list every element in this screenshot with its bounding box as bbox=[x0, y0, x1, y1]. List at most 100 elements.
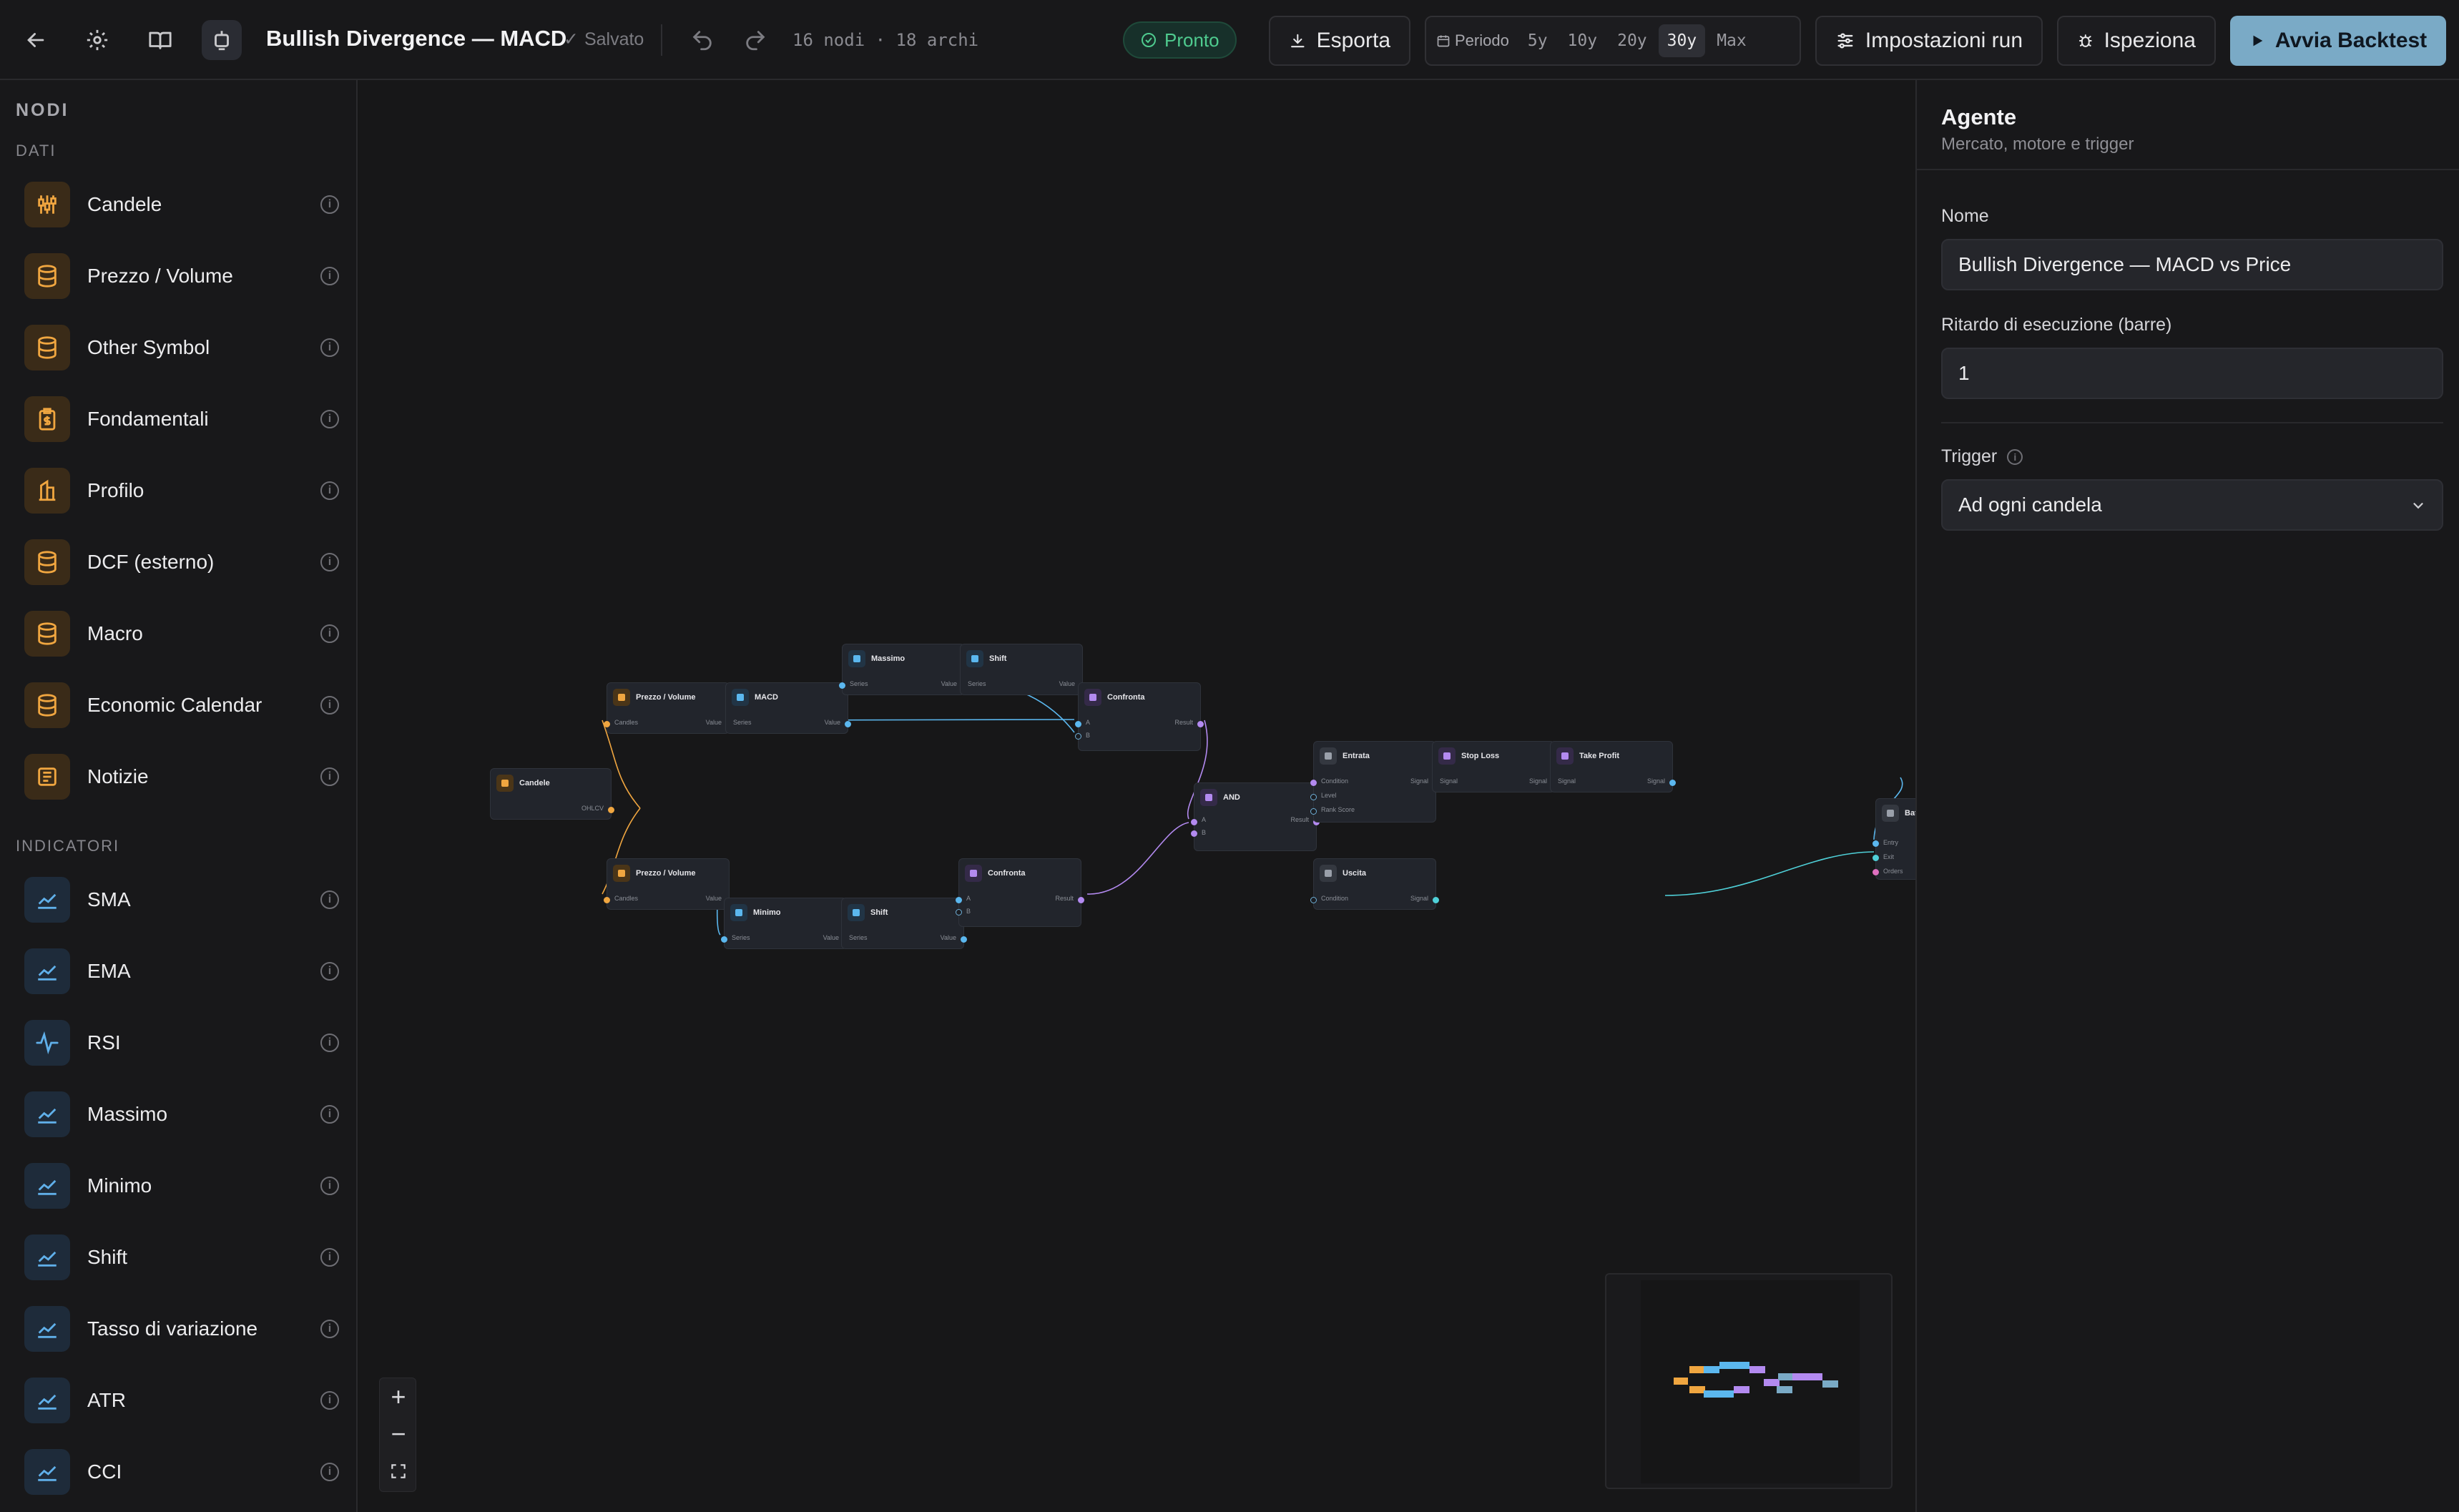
zoom-in-button[interactable]: + bbox=[380, 1378, 417, 1415]
run-backtest-button[interactable]: Avvia Backtest bbox=[2230, 16, 2446, 66]
back-arrow-icon[interactable] bbox=[16, 20, 56, 60]
node-candele[interactable]: Candele OHLCV bbox=[490, 768, 614, 820]
node-shift-bottom[interactable]: Shift Series Value bbox=[841, 898, 967, 949]
input-port[interactable] bbox=[1310, 794, 1317, 800]
input-port[interactable] bbox=[1310, 897, 1317, 903]
period-5y[interactable]: 5y bbox=[1519, 24, 1556, 57]
info-icon[interactable]: i bbox=[320, 767, 339, 786]
input-port[interactable] bbox=[1075, 733, 1081, 740]
sidebar-item-dcf[interactable]: DCF (esterno) i bbox=[24, 538, 339, 586]
sidebar-item-prezzo-volume[interactable]: Prezzo / Volume i bbox=[24, 252, 339, 300]
node-uscita[interactable]: Uscita Condition Signal bbox=[1310, 858, 1439, 910]
trigger-select[interactable]: Ad ogni candela bbox=[1941, 479, 2443, 531]
node-prezzo-volume-bottom[interactable]: Prezzo / Volume Candles Value bbox=[604, 858, 730, 910]
sidebar-item-rsi[interactable]: RSI i bbox=[24, 1018, 339, 1067]
info-icon[interactable]: i bbox=[320, 553, 339, 571]
info-icon[interactable]: i bbox=[320, 1320, 339, 1338]
agent-bot-icon[interactable] bbox=[202, 20, 242, 60]
delay-input[interactable]: 1 bbox=[1941, 348, 2443, 399]
redo-icon[interactable] bbox=[735, 20, 775, 60]
info-icon[interactable]: i bbox=[320, 195, 339, 214]
fit-view-button[interactable] bbox=[380, 1453, 417, 1490]
output-port[interactable] bbox=[1433, 897, 1439, 903]
sidebar-item-sma[interactable]: SMA i bbox=[24, 875, 339, 924]
output-port[interactable] bbox=[845, 721, 851, 727]
period-30y[interactable]: 30y bbox=[1658, 24, 1706, 57]
info-icon[interactable]: i bbox=[320, 624, 339, 643]
node-batch-ordini[interactable]: Batch ordini Entry Exit Orders bbox=[1873, 798, 1915, 880]
info-icon[interactable]: i bbox=[320, 962, 339, 981]
node-entrata[interactable]: Entrata Condition Level Rank Score Signa… bbox=[1310, 741, 1439, 823]
sidebar-item-minimo[interactable]: Minimo i bbox=[24, 1162, 339, 1210]
run-settings-button[interactable]: Impostazioni run bbox=[1815, 16, 2043, 66]
input-port[interactable] bbox=[956, 909, 962, 915]
info-icon[interactable]: i bbox=[320, 1248, 339, 1267]
node-shift-top[interactable]: Shift Series Value bbox=[960, 644, 1086, 695]
period-max[interactable]: Max bbox=[1708, 24, 1755, 57]
input-port[interactable] bbox=[1191, 819, 1197, 825]
strategy-title[interactable]: Bullish Divergence — MACD bbox=[266, 26, 566, 51]
info-icon[interactable]: i bbox=[320, 1105, 339, 1124]
minimap[interactable] bbox=[1605, 1273, 1893, 1489]
input-port[interactable] bbox=[1873, 855, 1879, 861]
input-port[interactable] bbox=[1075, 721, 1081, 727]
sidebar-item-profilo[interactable]: Profilo i bbox=[24, 466, 339, 515]
sidebar-item-shift[interactable]: Shift i bbox=[24, 1233, 339, 1282]
output-port[interactable] bbox=[1669, 780, 1676, 786]
name-input[interactable]: Bullish Divergence — MACD vs Price bbox=[1941, 239, 2443, 290]
gear-icon[interactable] bbox=[77, 20, 117, 60]
info-icon[interactable]: i bbox=[320, 1391, 339, 1410]
node-macd[interactable]: MACD Series Value bbox=[725, 682, 851, 734]
sidebar-item-economic-calendar[interactable]: Economic Calendar i bbox=[24, 681, 339, 730]
inspect-button[interactable]: Ispeziona bbox=[2057, 16, 2216, 66]
sidebar-item-candele[interactable]: Candele i bbox=[24, 180, 339, 229]
sidebar-item-massimo[interactable]: Massimo i bbox=[24, 1090, 339, 1139]
node-minimo[interactable]: Minimo Series Value bbox=[721, 898, 850, 949]
node-stop-loss[interactable]: Stop Loss Signal Signal bbox=[1432, 741, 1558, 792]
input-port[interactable] bbox=[839, 682, 845, 689]
period-10y[interactable]: 10y bbox=[1559, 24, 1606, 57]
input-port[interactable] bbox=[956, 897, 962, 903]
info-icon[interactable]: i bbox=[320, 1177, 339, 1195]
info-icon[interactable]: i bbox=[320, 890, 339, 909]
period-20y[interactable]: 20y bbox=[1609, 24, 1656, 57]
sidebar-item-macro[interactable]: Macro i bbox=[24, 609, 339, 658]
sidebar-item-notizie[interactable]: Notizie i bbox=[24, 752, 339, 801]
input-port[interactable] bbox=[721, 936, 727, 943]
node-confronta-bottom[interactable]: Confronta A B Result bbox=[956, 858, 1084, 927]
sidebar-item-tasso-variazione[interactable]: Tasso di variazione i bbox=[24, 1305, 339, 1353]
sidebar-item-ema[interactable]: EMA i bbox=[24, 947, 339, 996]
node-prezzo-volume-top[interactable]: Prezzo / Volume Candles Value bbox=[604, 682, 732, 734]
node-massimo[interactable]: Massimo Series Value bbox=[839, 644, 968, 695]
node-and[interactable]: AND A B Result bbox=[1191, 782, 1320, 851]
output-port[interactable] bbox=[1197, 721, 1204, 727]
node-take-profit[interactable]: Take Profit Signal Signal bbox=[1550, 741, 1676, 792]
output-port[interactable] bbox=[1873, 869, 1879, 875]
info-icon[interactable]: i bbox=[320, 696, 339, 715]
zoom-out-button[interactable]: − bbox=[380, 1415, 417, 1453]
info-icon[interactable]: i bbox=[320, 267, 339, 285]
sidebar-item-cci[interactable]: CCI i bbox=[24, 1448, 339, 1496]
info-icon[interactable]: i bbox=[2007, 448, 2023, 465]
info-icon[interactable]: i bbox=[320, 1463, 339, 1481]
output-port[interactable] bbox=[1078, 897, 1084, 903]
input-port[interactable] bbox=[1310, 808, 1317, 815]
info-icon[interactable]: i bbox=[320, 481, 339, 500]
input-port[interactable] bbox=[1873, 840, 1879, 847]
input-port[interactable] bbox=[1310, 780, 1317, 786]
book-icon[interactable] bbox=[140, 20, 180, 60]
output-port[interactable] bbox=[608, 807, 614, 813]
sidebar-item-atr[interactable]: ATR i bbox=[24, 1376, 339, 1425]
output-port[interactable] bbox=[961, 936, 967, 943]
undo-icon[interactable] bbox=[682, 20, 722, 60]
node-confronta-top[interactable]: Confronta A B Result bbox=[1075, 682, 1204, 751]
info-icon[interactable]: i bbox=[320, 1034, 339, 1052]
input-port[interactable] bbox=[1191, 830, 1197, 837]
export-button[interactable]: Esporta bbox=[1269, 16, 1410, 66]
input-port[interactable] bbox=[604, 721, 610, 727]
info-icon[interactable]: i bbox=[320, 410, 339, 428]
sidebar-item-fondamentali[interactable]: Fondamentali i bbox=[24, 395, 339, 443]
sidebar-item-other-symbol[interactable]: Other Symbol i bbox=[24, 323, 339, 372]
input-port[interactable] bbox=[604, 897, 610, 903]
info-icon[interactable]: i bbox=[320, 338, 339, 357]
